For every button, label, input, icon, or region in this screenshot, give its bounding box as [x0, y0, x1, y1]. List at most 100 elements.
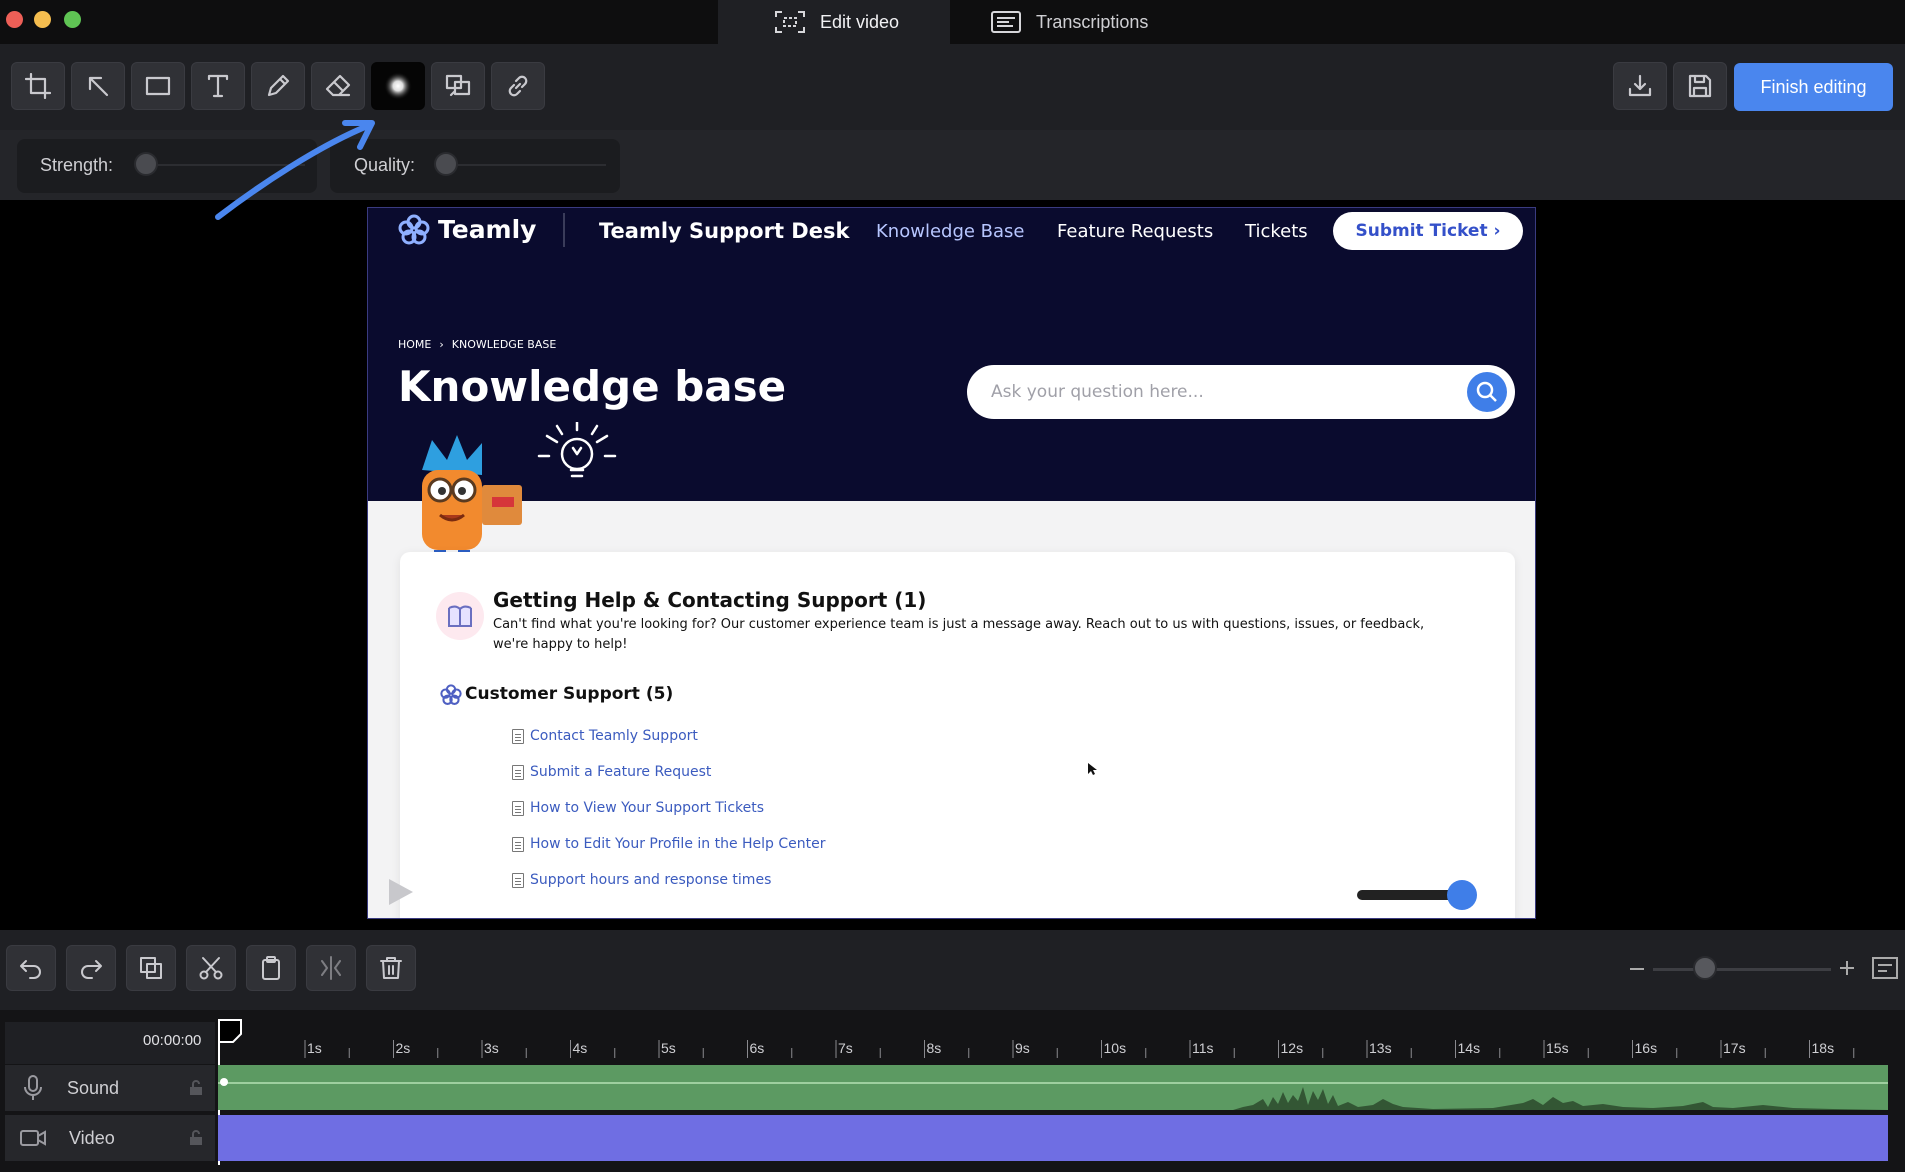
transcript-icon [991, 11, 1021, 33]
arrow-icon [88, 76, 109, 97]
quality-slider-track[interactable] [456, 164, 606, 166]
microphone-icon [24, 1075, 42, 1100]
timeline-tick-label: 12s [1280, 1040, 1304, 1056]
tab-edit-video[interactable]: Edit video [718, 0, 950, 44]
cut-button[interactable] [186, 945, 236, 991]
article-link-label: How to View Your Support Tickets [530, 800, 765, 816]
rectangle-tool-button[interactable] [131, 62, 185, 110]
paste-button[interactable] [246, 945, 296, 991]
blur-icon [384, 72, 412, 100]
article-link[interactable]: How to View Your Support Tickets [512, 800, 764, 816]
timeline-tick-label: 9s [1015, 1040, 1030, 1056]
redo-icon [81, 960, 102, 979]
volume-slider-knob[interactable] [1447, 880, 1477, 910]
timeline-tick-label: 16s [1634, 1040, 1658, 1056]
timeline-tick-label: 13s [1369, 1040, 1392, 1056]
search-button[interactable] [1467, 372, 1507, 412]
pencil-tool-button[interactable] [251, 62, 305, 110]
rectangle-icon [145, 76, 171, 96]
category-title[interactable]: Customer Support (5) [465, 684, 673, 704]
teamly-logo-icon [398, 214, 430, 245]
submit-ticket-button[interactable]: Submit Ticket › [1333, 212, 1523, 250]
spotlight-tool-button[interactable] [431, 62, 485, 110]
section-description-line-2: we're happy to help! [493, 637, 628, 652]
edit-actions-bar [0, 930, 1905, 1010]
quality-slider-knob[interactable] [434, 152, 458, 176]
close-window-button[interactable] [6, 11, 23, 28]
document-icon [512, 836, 524, 852]
hero-section: Teamly Teamly Support Desk Knowledge Bas… [367, 207, 1536, 501]
playhead-handle[interactable] [217, 1018, 249, 1046]
video-preview[interactable]: Teamly Teamly Support Desk Knowledge Bas… [367, 207, 1536, 919]
screen-select-icon [775, 11, 805, 33]
download-button[interactable] [1613, 62, 1667, 110]
track-header-video: Video [5, 1115, 215, 1161]
split-button[interactable] [306, 945, 356, 991]
lock-icon[interactable] [189, 1130, 203, 1146]
nav-knowledge-base[interactable]: Knowledge Base [876, 221, 1025, 242]
redo-button[interactable] [66, 945, 116, 991]
article-link[interactable]: Support hours and response times [512, 872, 771, 888]
fit-timeline-icon[interactable] [1871, 955, 1899, 981]
undo-button[interactable] [6, 945, 56, 991]
zoom-in-icon[interactable] [1839, 960, 1855, 976]
finish-editing-button[interactable]: Finish editing [1734, 63, 1893, 111]
breadcrumb-separator-icon: › [439, 338, 444, 351]
current-time: 00:00:00 [143, 1032, 202, 1049]
article-link[interactable]: Contact Teamly Support [512, 728, 698, 744]
book-icon [436, 592, 484, 640]
arrow-tool-button[interactable] [71, 62, 125, 110]
minimize-window-button[interactable] [34, 11, 51, 28]
undo-icon [20, 960, 41, 979]
article-link[interactable]: Submit a Feature Request [512, 764, 711, 780]
eraser-tool-button[interactable] [311, 62, 365, 110]
breadcrumb-home[interactable]: HOME [398, 338, 431, 351]
save-icon [1688, 74, 1712, 98]
sound-track-clip[interactable] [218, 1065, 1888, 1110]
zoom-out-icon[interactable] [1630, 968, 1644, 970]
text-icon [207, 74, 229, 98]
search-bar[interactable]: Ask your question here... [967, 365, 1515, 419]
delete-button[interactable] [366, 945, 416, 991]
blur-tool-button[interactable] [371, 62, 425, 110]
link-tool-button[interactable] [491, 62, 545, 110]
search-input[interactable]: Ask your question here... [991, 382, 1204, 402]
article-link-label: Support hours and response times [530, 872, 772, 888]
maximize-window-button[interactable] [64, 11, 81, 28]
article-link-label: How to Edit Your Profile in the Help Cen… [530, 836, 826, 852]
timeline-tick-label: 10s [1103, 1040, 1127, 1056]
track-header-sound: Sound [5, 1065, 215, 1111]
crop-tool-button[interactable] [11, 62, 65, 110]
mouse-cursor-icon [1088, 763, 1097, 775]
section-title[interactable]: Getting Help & Contacting Support (1) [493, 588, 926, 612]
link-icon [508, 75, 528, 97]
lock-icon[interactable] [189, 1080, 203, 1096]
tab-edit-video-label: Edit video [820, 11, 900, 32]
article-link-label: Submit a Feature Request [530, 764, 712, 780]
timeline-tick-label: 14s [1457, 1040, 1481, 1056]
play-icon[interactable] [385, 877, 415, 907]
video-camera-icon [20, 1130, 46, 1146]
document-icon [512, 872, 524, 888]
save-button[interactable] [1673, 62, 1727, 110]
timeline-tick-label: 4s [572, 1040, 588, 1056]
zoom-slider-knob[interactable] [1693, 956, 1717, 980]
strength-slider-knob[interactable] [134, 152, 158, 176]
volume-keyframe[interactable] [220, 1078, 228, 1086]
strength-label: Strength: [40, 155, 114, 175]
timeline-tick-label: 18s [1811, 1040, 1835, 1056]
audio-waveform [1233, 1087, 1888, 1110]
download-icon [1628, 74, 1652, 97]
category-icon [440, 684, 462, 705]
article-link[interactable]: How to Edit Your Profile in the Help Cen… [512, 836, 826, 852]
nav-tickets[interactable]: Tickets [1245, 221, 1308, 242]
video-track-clip[interactable] [218, 1115, 1888, 1161]
tab-transcriptions[interactable]: Transcriptions [950, 0, 1190, 44]
duplicate-icon [140, 957, 162, 979]
duplicate-button[interactable] [126, 945, 176, 991]
nav-feature-requests[interactable]: Feature Requests [1057, 221, 1213, 242]
zoom-slider-track[interactable] [1653, 968, 1831, 971]
track-name-sound: Sound [67, 1077, 120, 1098]
text-tool-button[interactable] [191, 62, 245, 110]
document-icon [512, 728, 524, 744]
